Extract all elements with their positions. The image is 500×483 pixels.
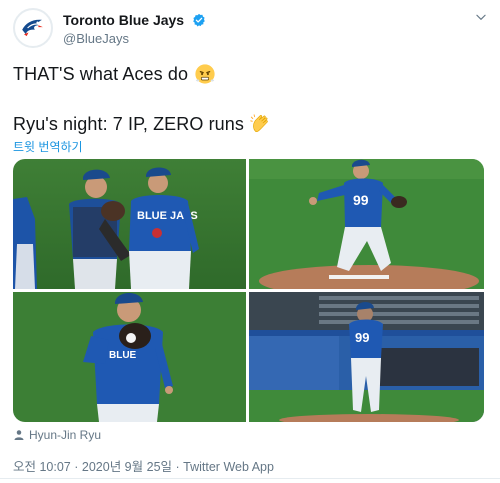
- photo-grid: BLUE JAYS 99 BLUE 99: [13, 159, 484, 422]
- clapping-hands-icon: [250, 113, 272, 140]
- tweet-meta: 오전 10:07 · 2020년 9월 25일 · Twitter Web Ap…: [13, 456, 274, 475]
- tagged-people[interactable]: Hyun-Jin Ryu: [13, 428, 101, 442]
- svg-text:BLUE: BLUE: [109, 350, 137, 361]
- avatar[interactable]: [13, 8, 53, 48]
- photo-1[interactable]: BLUE JAYS: [13, 159, 246, 289]
- svg-text:99: 99: [355, 330, 369, 345]
- tweet-text-line-2: Ryu's night: 7 IP, ZERO runs: [13, 113, 272, 140]
- meta-separator: ·: [74, 460, 79, 474]
- tweet-text-1: THAT'S what Aces do: [13, 64, 189, 84]
- blue-jays-logo-icon: [16, 11, 50, 45]
- tweet-date[interactable]: 2020년 9월 25일: [82, 460, 172, 474]
- tweet-time[interactable]: 오전 10:07: [13, 460, 71, 474]
- photo-4[interactable]: 99: [249, 292, 484, 422]
- translate-tweet-link[interactable]: 트윗 번역하기: [13, 138, 83, 155]
- tagged-person-name[interactable]: Hyun-Jin Ryu: [29, 428, 101, 442]
- photo-3[interactable]: BLUE: [13, 292, 246, 422]
- tweet-card: Toronto Blue Jays @BlueJays THAT'S what …: [0, 0, 500, 483]
- meta-separator: ·: [175, 460, 180, 474]
- author-block[interactable]: Toronto Blue Jays @BlueJays: [63, 11, 206, 46]
- verified-badge-icon: [192, 13, 205, 27]
- person-icon: [14, 430, 24, 440]
- tweet-text-line-1: THAT'S what Aces do: [13, 63, 216, 90]
- chevron-down-icon[interactable]: [474, 10, 488, 24]
- svg-text:99: 99: [353, 192, 369, 208]
- divider: [0, 478, 500, 479]
- author-handle[interactable]: @BlueJays: [63, 31, 206, 46]
- photo-2[interactable]: 99: [249, 159, 484, 289]
- author-display-name[interactable]: Toronto Blue Jays: [63, 12, 184, 28]
- tweet-text-2: Ryu's night: 7 IP, ZERO runs: [13, 114, 244, 134]
- tweet-source[interactable]: Twitter Web App: [183, 460, 274, 474]
- face-with-steam-from-nose-icon: [194, 63, 216, 90]
- tweet-header: Toronto Blue Jays @BlueJays: [13, 8, 488, 48]
